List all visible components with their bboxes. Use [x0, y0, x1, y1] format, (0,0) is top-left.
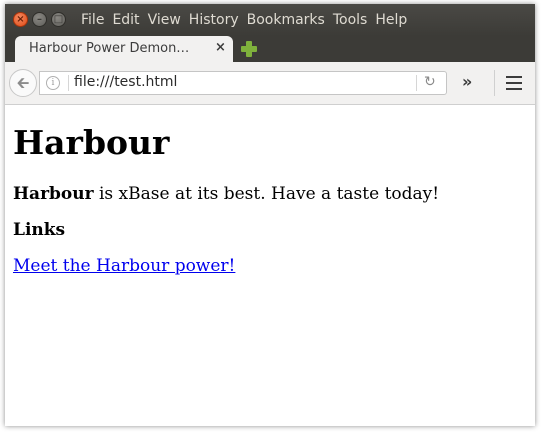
arrow-left-icon: 🡰: [16, 73, 30, 92]
harbour-link[interactable]: Meet the Harbour power!: [13, 256, 235, 276]
url-bar[interactable]: i file:///test.html ↻: [39, 71, 447, 95]
page-heading: Harbour: [13, 123, 170, 162]
tab-active[interactable]: Harbour Power Demon… ×: [15, 36, 233, 62]
menu-bookmarks[interactable]: Bookmarks: [247, 12, 325, 28]
links-heading: Links: [13, 220, 66, 240]
window-minimize-button[interactable]: –: [32, 12, 47, 27]
intro-paragraph: Harbour is xBase at its best. Have a tas…: [13, 184, 439, 204]
menu-tools[interactable]: Tools: [333, 12, 368, 28]
info-icon[interactable]: i: [46, 76, 60, 90]
maximize-icon: □: [53, 14, 64, 25]
toolbar-divider: [494, 70, 495, 96]
title-bar: × – □ File Edit View History Bookmarks T…: [5, 4, 535, 36]
minimize-icon: –: [37, 14, 42, 25]
reload-icon[interactable]: ↻: [424, 74, 436, 90]
page-content: Harbour Harbour is xBase at its best. Ha…: [5, 105, 535, 426]
menu-history[interactable]: History: [189, 12, 239, 28]
browser-window: × – □ File Edit View History Bookmarks T…: [5, 4, 535, 426]
toolbar-overflow-button[interactable]: »: [462, 72, 472, 91]
menu-view[interactable]: View: [148, 12, 181, 28]
tab-close-icon[interactable]: ×: [215, 40, 226, 55]
intro-bold: Harbour: [13, 184, 94, 204]
close-icon: ×: [16, 14, 25, 25]
url-input[interactable]: file:///test.html: [74, 74, 177, 90]
new-tab-button[interactable]: [241, 41, 257, 57]
back-button[interactable]: 🡰: [9, 69, 37, 97]
navigation-toolbar: 🡰 i file:///test.html ↻ »: [5, 62, 535, 105]
menu-edit[interactable]: Edit: [112, 12, 139, 28]
menu-bar: File Edit View History Bookmarks Tools H…: [81, 12, 415, 28]
tab-strip: Harbour Power Demon… ×: [5, 36, 535, 62]
plus-icon-bar: [241, 46, 257, 52]
url-divider-right: [416, 75, 417, 91]
tab-title: Harbour Power Demon…: [29, 41, 190, 56]
window-maximize-button[interactable]: □: [51, 12, 66, 27]
window-close-button[interactable]: ×: [13, 12, 28, 27]
url-divider: [68, 75, 69, 91]
intro-text: is xBase at its best. Have a taste today…: [93, 184, 440, 204]
hamburger-icon[interactable]: [506, 76, 522, 90]
menu-file[interactable]: File: [81, 12, 104, 28]
menu-help[interactable]: Help: [375, 12, 407, 28]
